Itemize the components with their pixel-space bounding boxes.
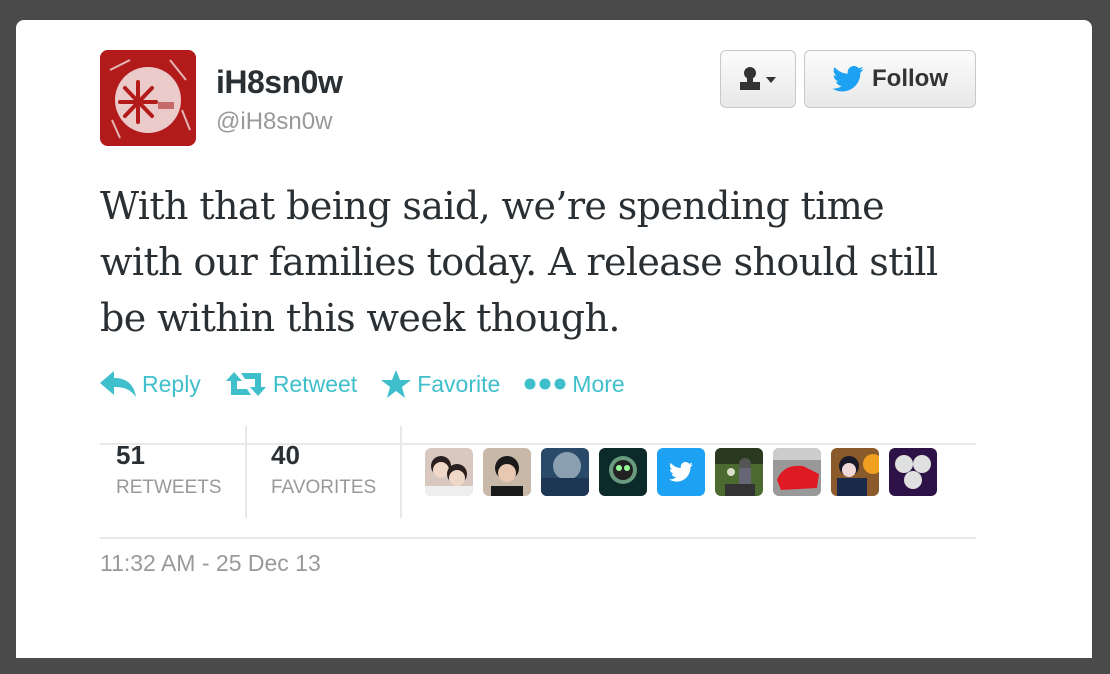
more-dots-icon [524,378,566,390]
display-name[interactable]: iH8sn0w [216,64,343,101]
more-button[interactable]: More [524,370,625,398]
tweet-actions: Reply Retweet Favorite More [100,370,625,398]
reply-icon [100,371,136,397]
retweet-icon [225,372,266,396]
follow-button[interactable]: Follow [804,50,976,108]
favorite-count-label: FAVORITES [271,477,377,498]
star-icon [381,370,412,398]
favoriter-avatar[interactable] [599,448,647,496]
favorite-button[interactable]: Favorite [381,370,500,398]
favoriter-avatar[interactable] [483,448,531,496]
tweet-text: With that being said, we’re spending tim… [100,184,938,340]
retweets-stat[interactable]: 51 RETWEETS [116,440,222,499]
favorites-stat[interactable]: 40 FAVORITES [271,440,376,499]
retweet-count-label: RETWEETS [116,477,222,498]
divider-top [100,443,976,445]
reply-label: Reply [142,370,201,397]
user-actions-button[interactable] [720,50,796,108]
tweet-timestamp[interactable]: 11:32 AM - 25 Dec 13 [100,550,321,577]
favoriter-avatar[interactable] [541,448,589,496]
favoriter-avatar[interactable] [425,448,473,496]
favoriter-avatar[interactable] [715,448,763,496]
snowflake-logo-icon [100,50,196,146]
favoriter-avatar[interactable] [773,448,821,496]
twitter-bird-icon [832,66,864,92]
user-handle[interactable]: @iH8sn0w [216,108,332,136]
follow-label: Follow [872,65,948,92]
reply-button[interactable]: Reply [100,371,201,398]
user-dropdown-icon [740,67,776,90]
divider-bottom [100,537,976,539]
stat-divider [245,426,247,518]
stat-divider [400,426,402,518]
favoriter-avatar[interactable] [657,448,705,496]
favorite-label: Favorite [417,370,501,397]
favoriter-avatar[interactable] [831,448,879,496]
retweet-button[interactable]: Retweet [225,371,357,398]
more-label: More [572,370,625,397]
user-avatar[interactable] [100,50,196,146]
favoriters-list [425,448,937,496]
retweet-label: Retweet [272,370,358,397]
retweet-count: 51 [116,440,145,470]
favorite-count: 40 [271,440,300,470]
favoriter-avatar[interactable] [889,448,937,496]
